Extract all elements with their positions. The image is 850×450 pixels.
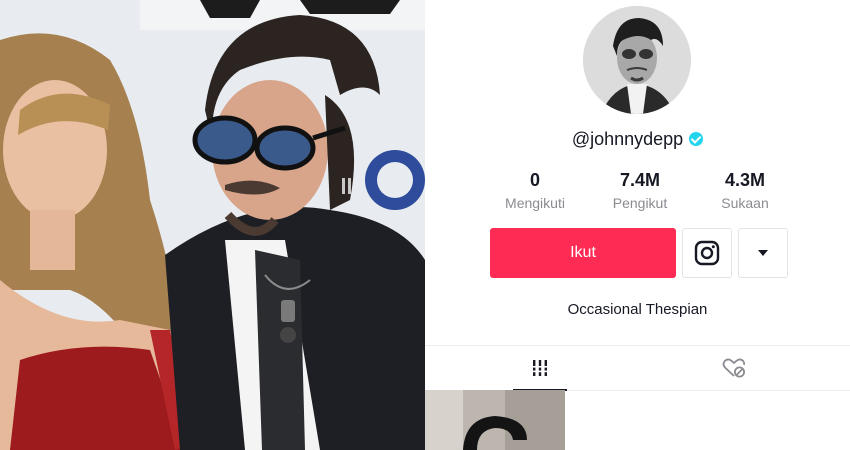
red-carpet-photo [0,0,425,450]
stat-following[interactable]: 0 Mengikuti [485,170,585,211]
video-thumbnail-image [425,390,565,450]
video-thumbnail[interactable] [425,390,565,450]
stat-label: Sukaan [721,195,769,211]
grid-icon [531,360,549,376]
stat-value: 4.3M [724,170,766,190]
stat-label: Mengikuti [505,195,565,211]
username-row: @johnnydepp [425,128,850,150]
instagram-button[interactable] [682,228,732,278]
liked-heart-icon [722,358,746,378]
stat-value: 7.4M [619,170,661,190]
profile-tabs [425,345,850,391]
bio-text: Occasional Thespian [567,301,708,318]
tab-liked[interactable] [707,346,761,390]
more-options-button[interactable] [738,228,788,278]
avatar-image [583,6,691,114]
profile-panel: @johnnydepp 0 Mengikuti 7.4M Pengikut 4.… [425,0,850,450]
action-buttons: Ikut [490,228,788,278]
instagram-icon [694,240,720,266]
stats-row: 0 Mengikuti 7.4M Pengikut 4.3M Sukaan [485,170,795,211]
photo-panel [0,0,425,450]
verified-badge-icon [689,132,704,147]
stat-value: 0 [529,170,540,190]
username: @johnnydepp [571,128,684,149]
follow-button[interactable]: Ikut [490,228,676,278]
caret-down-icon [758,250,768,256]
tab-videos[interactable] [513,346,567,390]
avatar[interactable] [583,6,691,114]
stat-likes[interactable]: 4.3M Sukaan [695,170,795,211]
stat-followers[interactable]: 7.4M Pengikut [590,170,690,211]
stat-label: Pengikut [612,195,668,211]
